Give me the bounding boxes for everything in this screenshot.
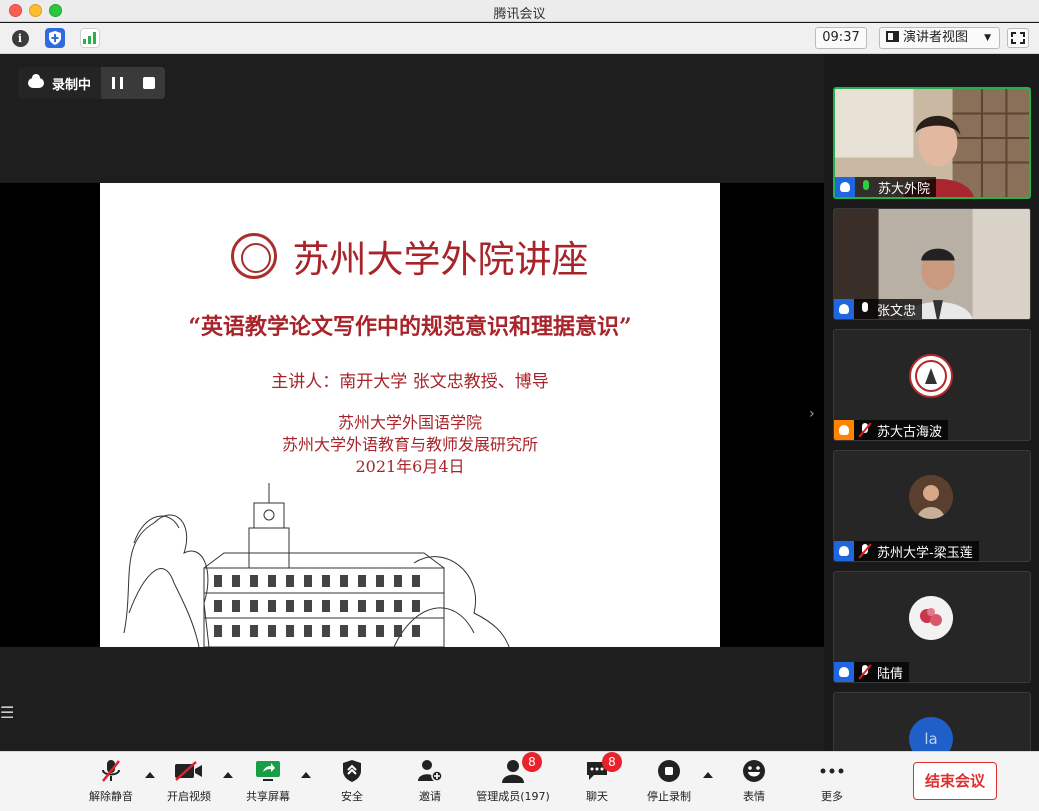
view-mode-dropdown[interactable]: 演讲者视图 ▼ — [879, 27, 1000, 49]
invite-label: 邀请 — [419, 790, 441, 803]
more-button[interactable]: 更多 — [795, 758, 869, 806]
university-seal-logo — [231, 233, 278, 279]
manage-members-label: 管理成员(197) — [476, 790, 550, 803]
slide-viewport: 苏州大学外院讲座 “英语教学论文写作中的规范意识和理据意识” 主讲人：南开大学 … — [0, 183, 824, 647]
reactions-button[interactable]: 表情 — [717, 758, 791, 806]
shield-icon — [343, 760, 361, 782]
stop-recording-icon — [658, 760, 680, 782]
participant-name: 陆倩 — [877, 666, 904, 682]
participant-tile[interactable]: 张文忠 — [833, 208, 1031, 320]
unmute-label: 解除静音 — [89, 790, 133, 803]
avatar — [909, 354, 953, 398]
chevron-right-icon[interactable]: › — [809, 406, 815, 422]
meeting-toolbar: i 09:37 演讲者视图 ▼ — [0, 23, 1039, 54]
fullscreen-icon[interactable] — [1007, 28, 1029, 48]
microphone-icon — [858, 301, 872, 317]
participant-label: 苏州大学-梁玉莲 — [834, 541, 979, 561]
start-video-button[interactable]: 开启视频 — [152, 758, 226, 806]
participant-tile[interactable]: 苏大外院 — [833, 87, 1031, 199]
user-icon — [834, 662, 854, 682]
recording-indicator: 录制中 — [18, 67, 166, 99]
security-label: 安全 — [341, 790, 363, 803]
participant-name: 苏大外院 — [878, 181, 931, 197]
invite-button[interactable]: 邀请 — [393, 758, 467, 806]
slide-org-line1: 苏州大学外国语学院 — [337, 413, 482, 432]
slide-subtitle: “英语教学论文写作中的规范意识和理据意识” — [188, 314, 632, 340]
participant-name: 苏大古海波 — [877, 424, 943, 440]
chevron-up-icon[interactable] — [301, 772, 311, 778]
more-label: 更多 — [821, 790, 843, 803]
avatar — [909, 475, 953, 519]
start-video-label: 开启视频 — [167, 790, 211, 803]
view-mode-label: 演讲者视图 — [903, 30, 969, 45]
slide-title: 苏州大学外院讲座 — [292, 238, 589, 281]
list-menu-icon[interactable]: ☰ — [0, 703, 14, 722]
members-badge: 8 — [522, 752, 542, 772]
avatar — [909, 596, 953, 640]
campus-building-sketch — [123, 483, 510, 647]
participant-gallery: 苏大外院 张文忠 苏大古海波 苏州大学-梁玉莲 陆倩 la — [824, 54, 1039, 751]
emoji-icon — [743, 760, 765, 782]
participant-tile[interactable]: 苏州大学-梁玉莲 — [833, 450, 1031, 562]
microphone-muted-icon — [858, 422, 872, 438]
participant-tile[interactable]: 陆倩 — [833, 571, 1031, 683]
shield-icon[interactable] — [45, 28, 65, 48]
reactions-label: 表情 — [743, 790, 765, 803]
chevron-up-icon[interactable] — [703, 772, 713, 778]
window-title: 腾讯会议 — [493, 7, 546, 22]
participant-name: 苏州大学-梁玉莲 — [877, 545, 973, 561]
microphone-muted-icon — [858, 664, 872, 680]
avatar: la — [909, 717, 953, 751]
presentation-slide: 苏州大学外院讲座 “英语教学论文写作中的规范意识和理据意识” 主讲人：南开大学 … — [100, 183, 720, 647]
user-icon — [834, 299, 854, 319]
microphone-muted-icon — [102, 760, 120, 782]
chevron-down-icon: ▼ — [984, 33, 991, 43]
participant-label: 张文忠 — [834, 299, 923, 319]
more-icon — [820, 768, 844, 774]
cloud-icon — [28, 74, 44, 88]
pause-icon — [111, 77, 123, 89]
video-off-icon — [175, 761, 202, 781]
end-meeting-button[interactable]: 结束会议 — [913, 762, 997, 800]
chat-button[interactable]: 8 聊天 — [560, 752, 634, 806]
info-icon[interactable]: i — [10, 28, 30, 48]
slide-org-line2: 苏州大学外语教育与教师发展研究所 — [281, 435, 538, 454]
add-user-icon — [418, 760, 443, 782]
manage-members-button[interactable]: 8 管理成员(197) — [476, 752, 550, 806]
participant-label: 陆倩 — [834, 662, 910, 682]
chat-label: 聊天 — [586, 790, 608, 803]
user-icon — [835, 177, 855, 197]
recording-status: 录制中 — [52, 77, 92, 93]
slide-speaker: 主讲人：南开大学 张文忠教授、博导 — [271, 372, 549, 392]
unmute-button[interactable]: 解除静音 — [74, 758, 148, 806]
stop-recording-button[interactable]: 停止录制 — [632, 758, 706, 806]
microphone-muted-icon — [858, 543, 872, 559]
window-titlebar: 腾讯会议 — [0, 0, 1039, 22]
stop-recording-small-button[interactable] — [133, 67, 166, 99]
participant-tile[interactable]: la — [833, 692, 1031, 751]
chat-badge: 8 — [602, 752, 622, 772]
signal-icon[interactable] — [80, 28, 100, 48]
stop-recording-label: 停止录制 — [647, 790, 691, 803]
share-screen-button[interactable]: 共享屏幕 — [231, 758, 305, 806]
host-icon — [834, 420, 854, 440]
share-screen-label: 共享屏幕 — [246, 790, 290, 803]
user-icon — [834, 541, 854, 561]
share-screen-icon — [256, 761, 280, 781]
microphone-icon — [859, 179, 873, 195]
participant-name: 张文忠 — [877, 303, 917, 319]
participant-label: 苏大外院 — [835, 177, 937, 197]
slide-date: 2021年6月4日 — [355, 457, 465, 476]
stop-icon — [143, 77, 156, 89]
layout-icon — [886, 31, 899, 42]
participant-label: 苏大古海波 — [834, 420, 949, 440]
pause-recording-button[interactable] — [101, 67, 134, 99]
security-button[interactable]: 安全 — [315, 758, 389, 806]
participant-tile[interactable]: 苏大古海波 — [833, 329, 1031, 441]
meeting-timer: 09:37 — [815, 27, 867, 49]
shared-screen-area: 录制中 苏州大学外院讲座 “英语教学论文写作中的规范意识和理据意识” 主讲人：南… — [0, 54, 824, 751]
meeting-controls-bar: 解除静音 开启视频 共享屏幕 安全 邀请 8 管理成员(197) 8 聊天 停止… — [0, 751, 1039, 811]
